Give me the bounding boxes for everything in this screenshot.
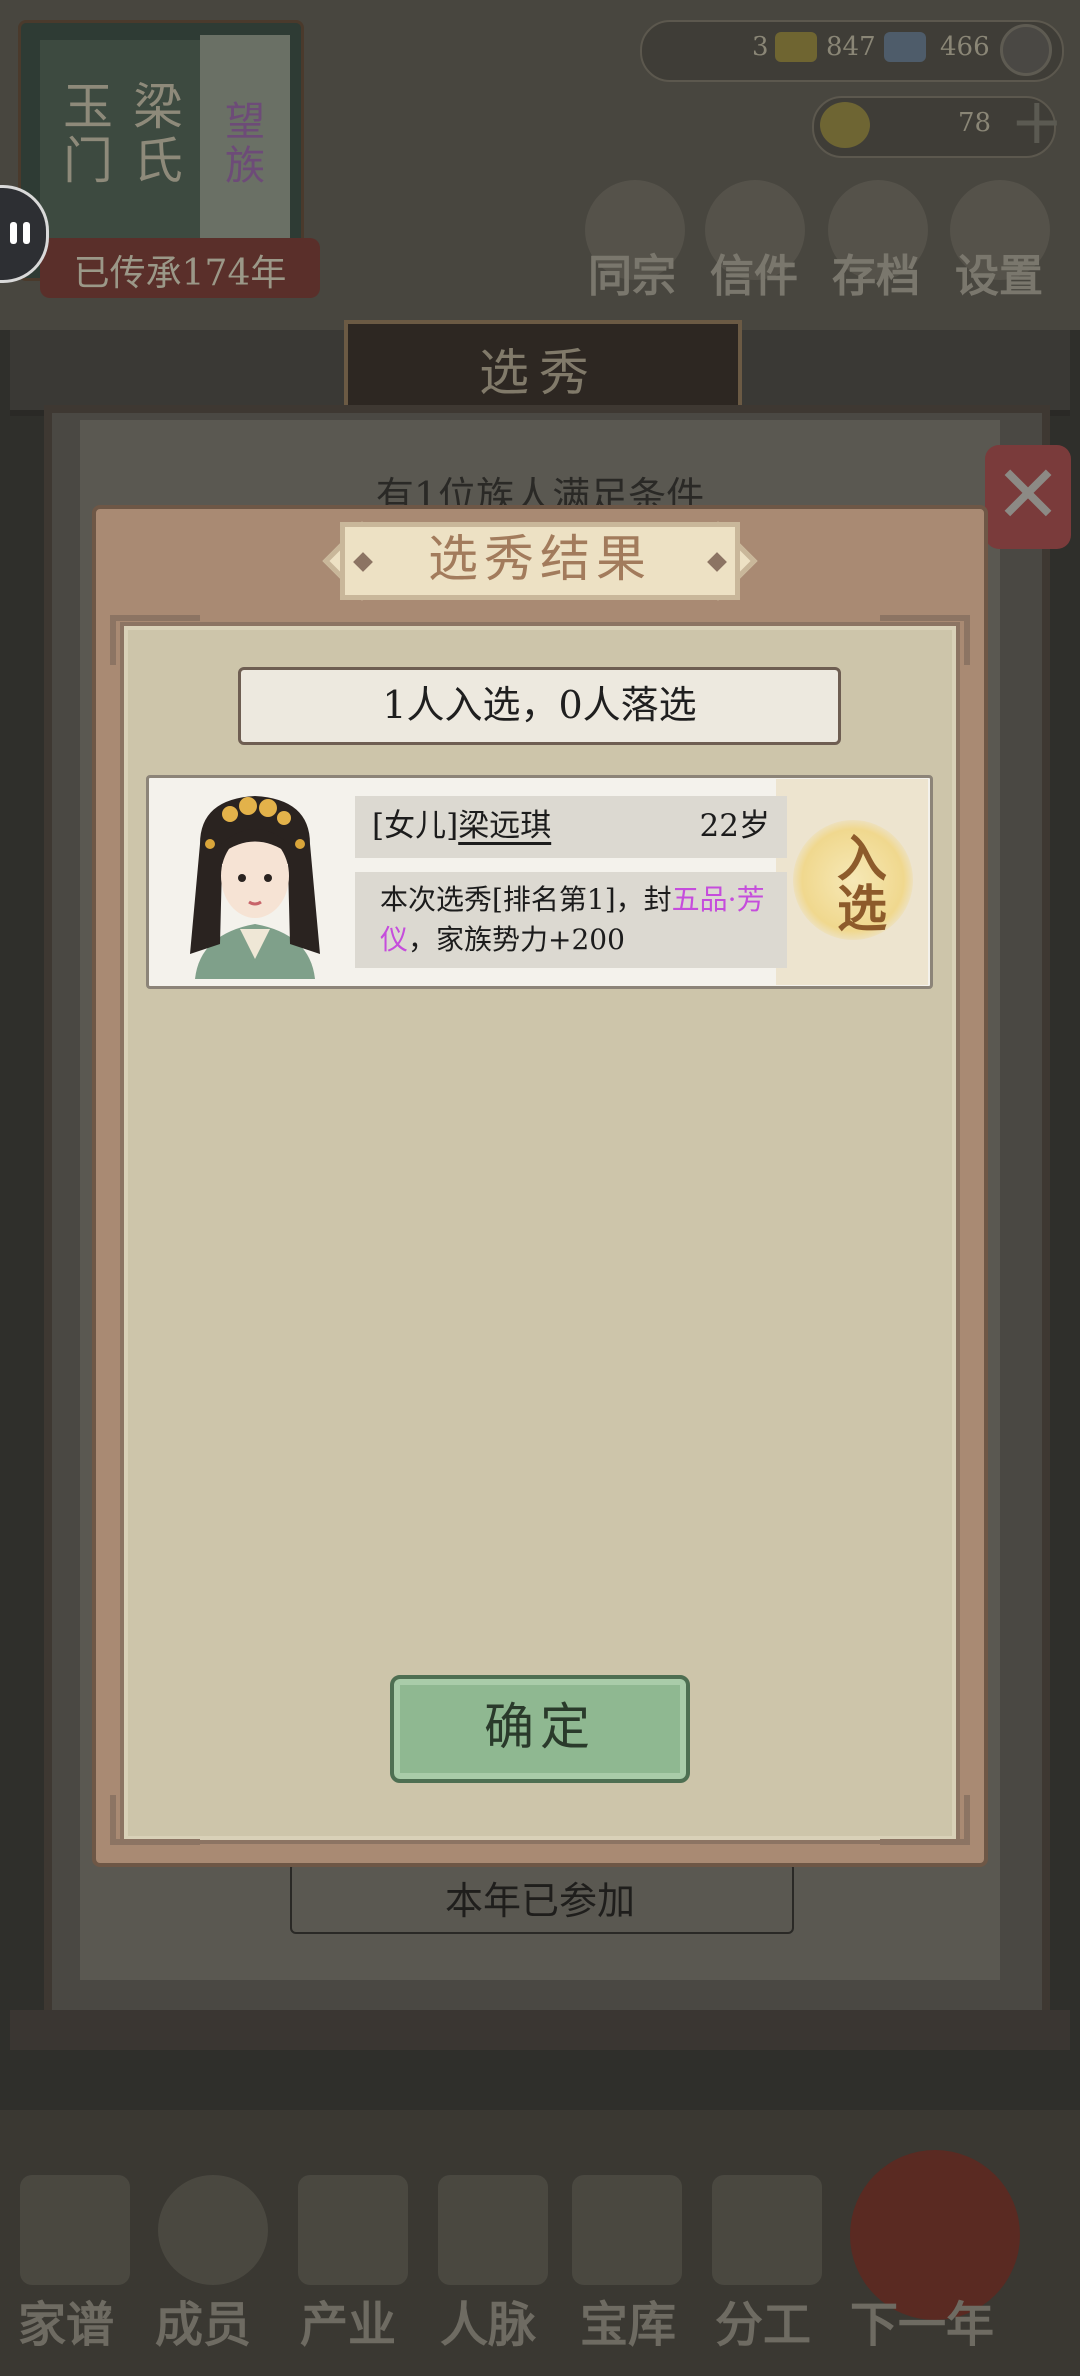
gold-bar-icon [775,32,817,62]
nav-assignment[interactable]: 分工 [715,2285,811,2355]
nav-settings[interactable]: 设置 [955,240,1043,304]
assignment-icon[interactable] [712,2175,822,2285]
resource-3-value: 466 [940,32,990,62]
family-name-part-1: 玉门 [55,80,113,188]
panel-base [10,2010,1070,2050]
nav-save[interactable]: 存档 [832,240,920,304]
corner-ornament [110,615,200,665]
silver-bar-icon [884,32,926,62]
nav-genealogy[interactable]: 家谱 [18,2285,114,2355]
confirm-button-label[interactable]: 确定 [390,1690,690,1764]
description-suffix: ，家族势力+200 [408,923,625,956]
members-icon[interactable] [158,2175,268,2285]
coin-icon [1000,24,1052,76]
inherit-text: 已传承174年 [73,253,287,294]
corner-ornament [110,1795,200,1845]
nav-treasury[interactable]: 宝库 [580,2285,676,2355]
property-icon[interactable] [298,2175,408,2285]
member-name[interactable]: [女儿]梁远琪 [372,803,551,849]
nav-members[interactable]: 成员 [155,2285,251,2355]
family-tag: 望族 [218,100,264,188]
corner-ornament [880,1795,970,1845]
member-avatar [190,796,320,979]
genealogy-icon[interactable] [20,2175,130,2285]
pause-icon [10,222,17,244]
gold-ingot-icon [820,102,870,148]
member-age: 22岁 [699,808,770,844]
nav-connections[interactable]: 人脉 [440,2285,536,2355]
modal-title: 选秀结果 [428,530,652,588]
selected-stamp-text: 入选 [829,832,888,932]
nav-clan[interactable]: 同宗 [588,240,676,304]
connections-icon[interactable] [438,2175,548,2285]
rank-title: 五品· [671,883,737,916]
nav-letters[interactable]: 信件 [710,240,798,304]
member-name-link[interactable]: 梁远琪 [458,808,551,844]
description-prefix: 本次选秀[排名第1]，封 [380,883,672,916]
close-icon: ✕ [994,448,1062,541]
nav-next-year[interactable]: 下一年 [850,2285,994,2355]
family-name-part-2: 梁氏 [125,80,183,188]
panel-title: 选秀 [479,344,599,402]
resource-1-value: 3 [752,32,769,62]
resource-2-value: 847 [826,32,876,62]
result-description: 本次选秀[排名第1]，封五品·芳仪，家族势力+200 [380,880,780,960]
add-ingot-icon[interactable]: + [1010,90,1064,154]
summary-text: 1人入选，0人落选 [382,683,697,727]
corner-ornament [880,615,970,665]
treasury-icon[interactable] [572,2175,682,2285]
ingot-value: 78 [958,108,992,138]
pause-icon-bar [23,222,30,244]
nav-property[interactable]: 产业 [300,2285,396,2355]
member-relation: [女儿] [372,808,459,844]
joined-status-text: 本年已参加 [444,1879,635,1923]
